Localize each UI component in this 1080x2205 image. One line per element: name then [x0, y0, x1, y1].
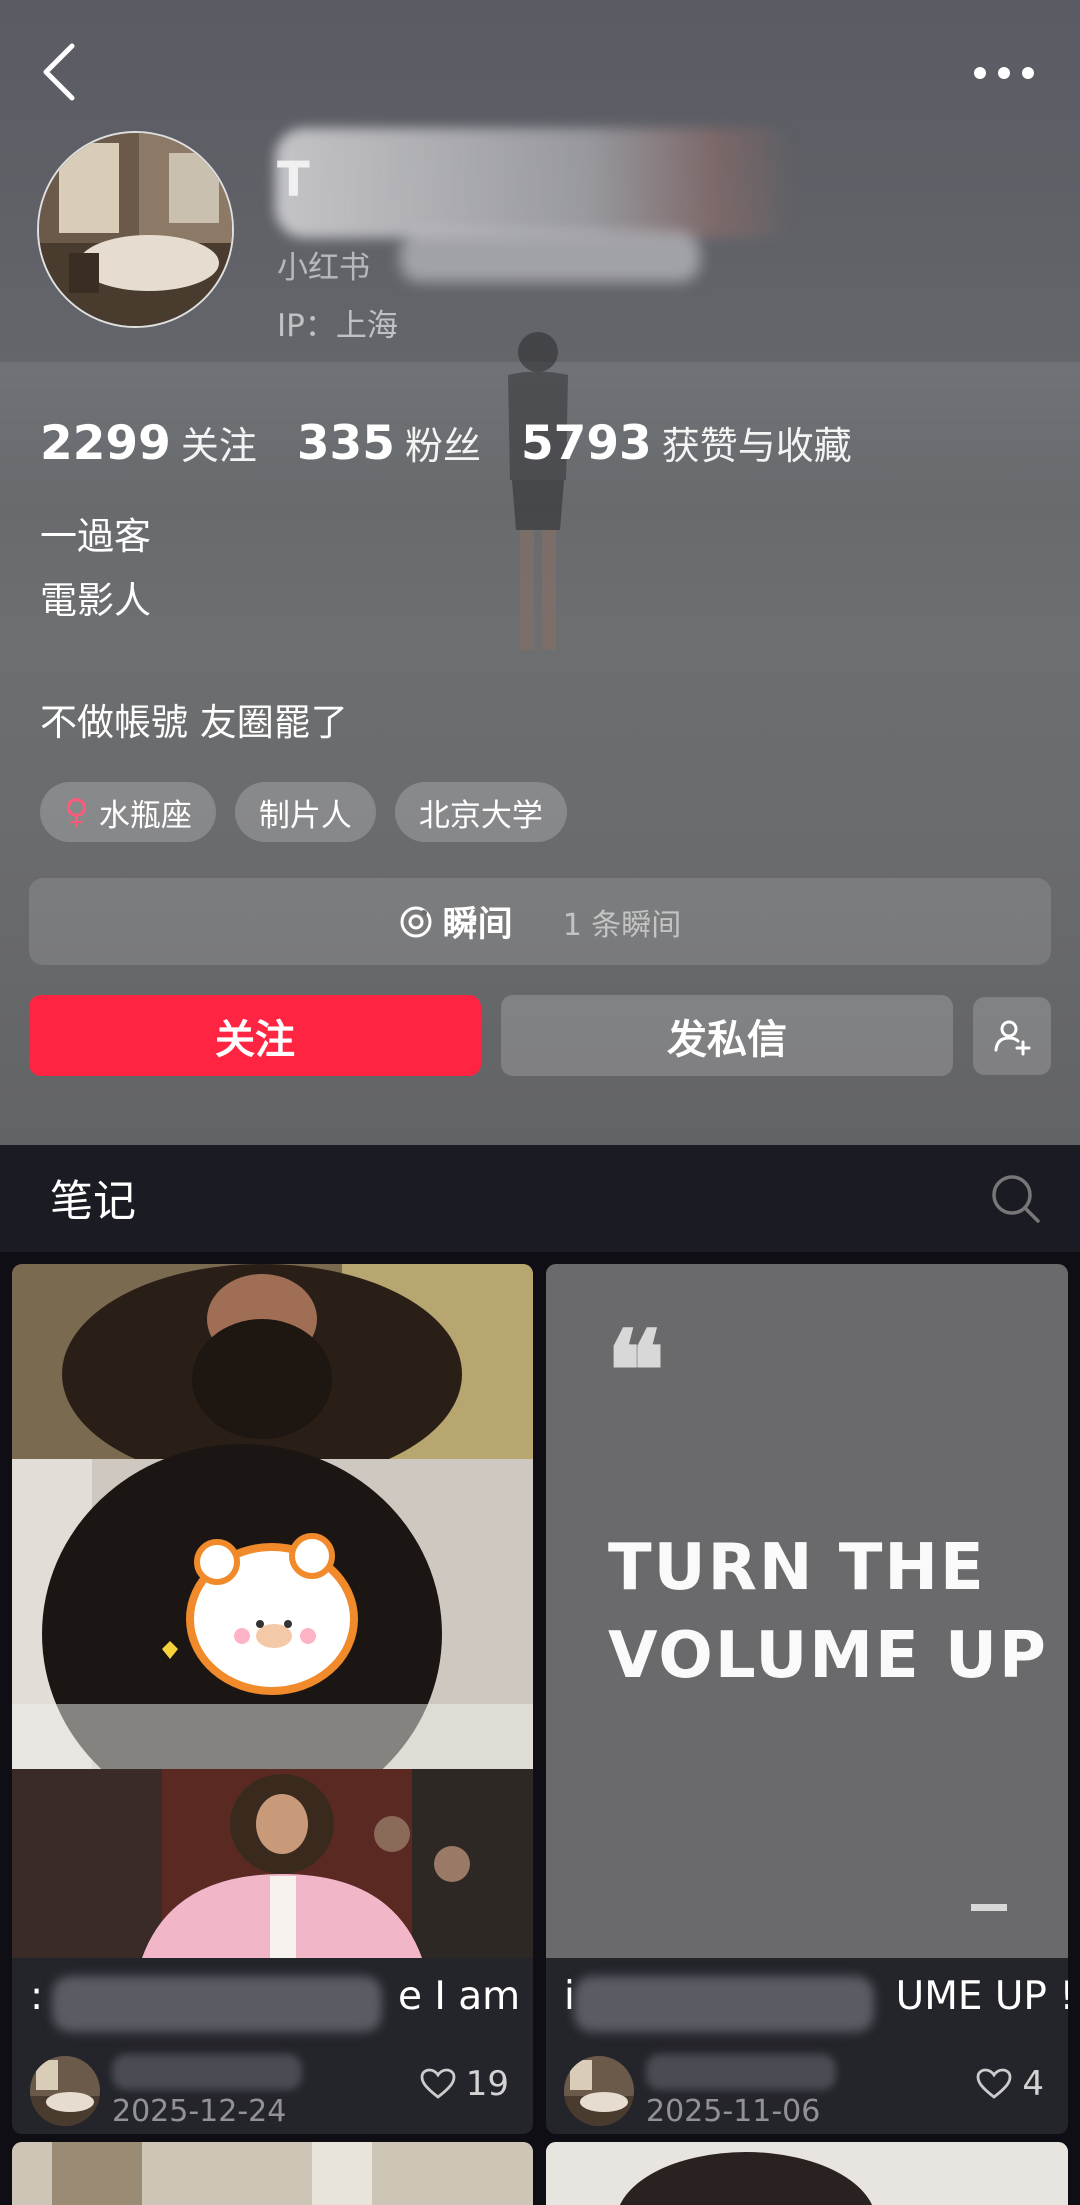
ip-location: IP：上海 [277, 308, 398, 344]
avatar-bedroom-image [39, 133, 232, 326]
quote-dash [971, 1904, 1007, 1911]
tag-profession[interactable]: 制片人 [234, 782, 376, 842]
bio-line: 電影人 [40, 579, 151, 622]
collage-image [12, 1264, 533, 1958]
platform-id-label: 小红书 [277, 250, 370, 286]
note-date: 2025-12-24 [112, 2094, 287, 2129]
stat-following-label: 关注 [180, 424, 257, 468]
stat-followers[interactable]: 335 粉丝 [297, 415, 481, 471]
tag-label: 制片人 [258, 797, 352, 834]
tab-notes[interactable]: 笔记 [50, 1167, 136, 1229]
notes-tab-bar: 笔记 [0, 1145, 1080, 1252]
stat-likes-collects[interactable]: 5793 获赞与收藏 [521, 415, 852, 471]
author-name-redaction [646, 2054, 836, 2090]
note-cover-image [12, 2142, 533, 2205]
note-title: : e I am [30, 1974, 520, 2019]
search-icon[interactable] [990, 1173, 1042, 1225]
note-title-visible: UME UP ! [895, 1974, 1068, 2019]
quote-text: TURN THE VOLUME UP [608, 1524, 1048, 1700]
note-card[interactable] [546, 2142, 1068, 2205]
add-friend-button[interactable] [973, 997, 1051, 1075]
more-icon[interactable] [972, 58, 1036, 88]
heart-icon [976, 2068, 1012, 2099]
note-title-prefix: : [30, 1974, 44, 2019]
message-button[interactable]: 发私信 [501, 995, 953, 1076]
note-title-prefix: i [564, 1974, 575, 2019]
notes-feed: : e I am 2025-12-24 19 ❝ TURN THE VOLUME… [0, 1252, 1080, 2205]
note-cover-image [12, 1264, 533, 1958]
quote-line: TURN THE [608, 1531, 986, 1605]
tag-zodiac[interactable]: ♀ 水瓶座 [40, 782, 216, 842]
author-avatar-image [564, 2056, 634, 2126]
stat-likes-value: 5793 [520, 416, 652, 471]
stat-followers-label: 粉丝 [404, 424, 481, 468]
add-user-icon [994, 1020, 1031, 1056]
profile-stats: 2299 关注 335 粉丝 5793 获赞与收藏 [40, 415, 892, 471]
like-count-value: 4 [1022, 2064, 1044, 2104]
like-count-value: 19 [465, 2064, 509, 2104]
bio-line: 一過客 [40, 515, 151, 558]
heart-icon [420, 2068, 456, 2099]
author-avatar[interactable] [564, 2056, 634, 2126]
id-redaction [400, 232, 700, 282]
name-redaction [275, 128, 795, 238]
stat-following-value: 2299 [40, 416, 171, 471]
profile-avatar[interactable] [37, 131, 234, 328]
profile-bio-extra: 不做帳號 友圈罷了 [40, 701, 348, 744]
tag-school[interactable]: 北京大学 [394, 782, 567, 842]
like-count[interactable]: 19 [420, 2064, 509, 2104]
moment-icon [400, 906, 432, 937]
note-title: i UME UP ! [564, 1974, 1068, 2019]
note-card[interactable]: : e I am 2025-12-24 19 [12, 1264, 533, 2134]
moment-title: 瞬间 [442, 905, 513, 945]
profile-bio: 一過客 電影人 [40, 505, 151, 633]
stat-followers-value: 335 [296, 416, 395, 471]
female-icon: ♀ [64, 792, 89, 832]
note-card[interactable] [12, 2142, 533, 2205]
note-title-visible: e I am [397, 1974, 521, 2019]
back-icon[interactable] [38, 40, 82, 104]
tag-label: 北京大学 [418, 797, 543, 834]
like-count[interactable]: 4 [976, 2064, 1044, 2104]
quote-mark-icon: ❝ [606, 1306, 666, 1435]
stat-following[interactable]: 2299 关注 [40, 415, 257, 471]
profile-name: T [277, 152, 310, 208]
author-avatar[interactable] [30, 2056, 100, 2126]
follow-button[interactable]: 关注 [29, 995, 481, 1076]
profile-header: T 小红书 IP：上海 2299 关注 335 粉丝 5793 获赞与收藏 一過… [0, 0, 1080, 1145]
moments-entry[interactable]: 瞬间 1 条瞬间 [29, 878, 1051, 965]
stat-likes-label: 获赞与收藏 [661, 424, 852, 468]
author-avatar-image [30, 2056, 100, 2126]
note-date: 2025-11-06 [646, 2094, 821, 2129]
profile-tags: ♀ 水瓶座 制片人 北京大学 [40, 782, 567, 842]
moment-count: 1 条瞬间 [562, 907, 682, 943]
quote-line: VOLUME UP [608, 1619, 1048, 1693]
note-cover-image [546, 2142, 1068, 2205]
note-card[interactable]: ❝ TURN THE VOLUME UP i UME UP ! 2025-11-… [546, 1264, 1068, 2134]
tag-label: 水瓶座 [98, 797, 192, 834]
background-person-figure [508, 332, 568, 650]
author-name-redaction [112, 2054, 302, 2090]
note-cover-image: ❝ TURN THE VOLUME UP [546, 1264, 1068, 1958]
